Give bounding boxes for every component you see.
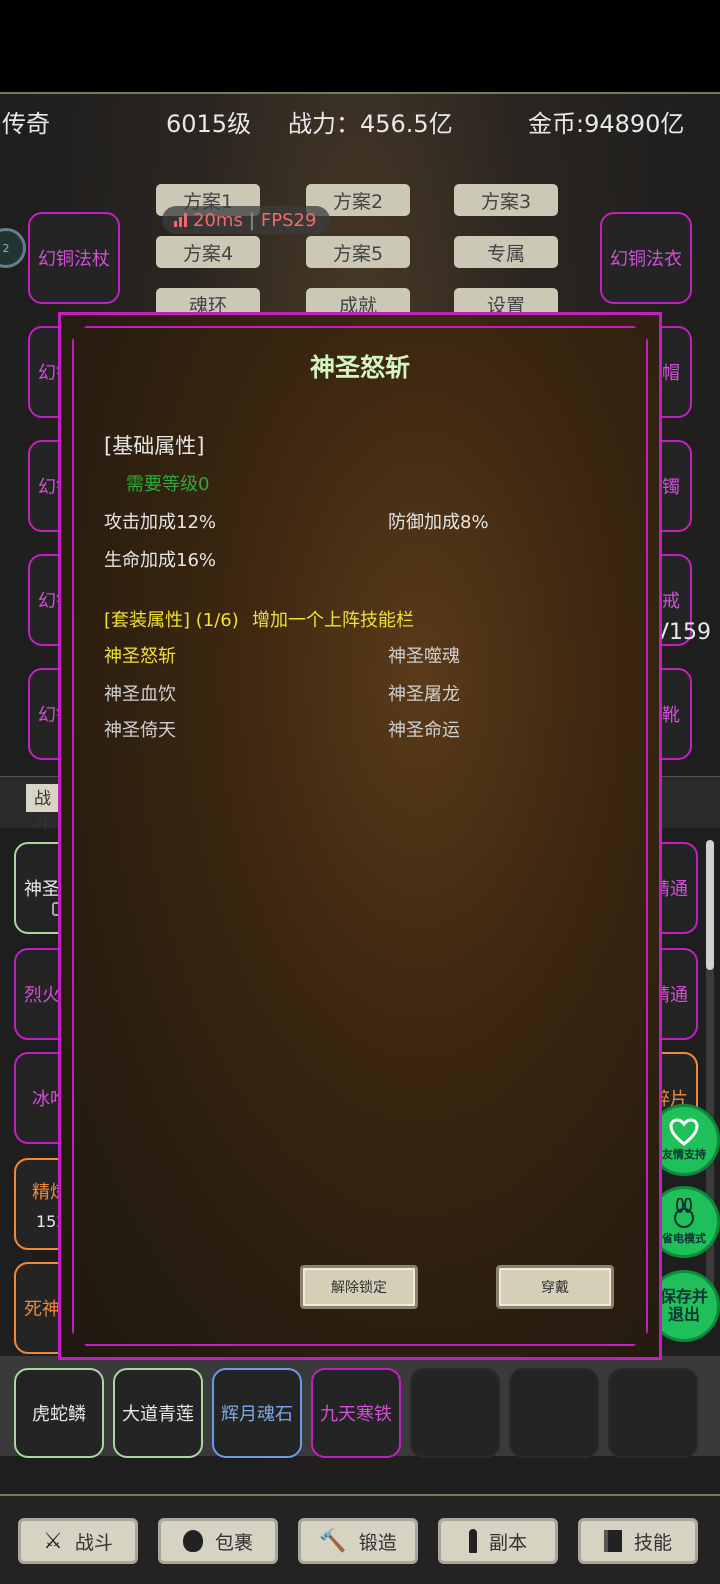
rabbit-icon	[674, 1198, 694, 1228]
exclusive-button[interactable]: 专属	[454, 236, 558, 268]
item-title: 神圣怒斩	[309, 353, 410, 382]
bag-slot-3[interactable]: 辉月魂石	[212, 1368, 302, 1458]
set-item-5: 神圣倚天	[104, 720, 176, 741]
set-bonus: 增加一个上阵技能栏	[252, 610, 414, 631]
tower-icon	[468, 1529, 477, 1553]
bag-slot-2[interactable]: 大道青莲	[113, 1368, 203, 1458]
set-item-2: 神圣噬魂	[388, 646, 460, 667]
version-label: V159	[654, 620, 712, 645]
set-item-1: 神圣怒斩	[104, 646, 176, 667]
nav-skills[interactable]: 技能	[578, 1518, 698, 1564]
set-attributes-header: [套装属性] (1/6)	[104, 610, 239, 631]
bag-slot-4[interactable]: 九天寒铁	[311, 1368, 401, 1458]
skill-slot-label: 神圣	[24, 879, 60, 900]
combat-power: 战力：456.5亿	[288, 110, 453, 138]
attr-hp: 生命加成16%	[104, 550, 217, 571]
signal-icon	[174, 213, 187, 227]
nav-forge[interactable]: 🔨 锻造	[298, 1518, 418, 1564]
support-label: 友情支持	[662, 1148, 706, 1161]
heart-icon	[669, 1118, 699, 1146]
network-indicator: 20ms | FPS29	[162, 206, 330, 234]
crossed-swords-icon: ⚔	[43, 1528, 63, 1554]
hammer-icon: 🔨	[319, 1528, 347, 1554]
status-bar-area	[0, 0, 720, 92]
set-item-3: 神圣血饮	[104, 684, 176, 705]
nav-bag-label: 包裹	[214, 1531, 253, 1554]
nav-skills-label: 技能	[633, 1531, 672, 1554]
scheme-5-button[interactable]: 方案5	[306, 236, 410, 268]
nav-dungeon-label: 副本	[488, 1531, 527, 1554]
required-level: 需要等级0	[126, 474, 210, 495]
scheme-3-button[interactable]: 方案3	[454, 184, 558, 216]
skill-slot-label: 烈火	[24, 985, 60, 1006]
bag-slot-6[interactable]	[509, 1368, 599, 1458]
nav-forge-label: 锻造	[358, 1531, 397, 1554]
base-attributes-header: [基础属性]	[104, 434, 205, 458]
nav-dungeon[interactable]: 副本	[438, 1518, 558, 1564]
bag-slot-7[interactable]	[608, 1368, 698, 1458]
save-exit-label-2: 退出	[667, 1305, 700, 1324]
set-item-6: 神圣命运	[388, 720, 460, 741]
player-level: 6015级	[166, 110, 252, 138]
unlock-button[interactable]: 解除锁定	[300, 1265, 418, 1309]
attr-attack: 攻击加成12%	[104, 512, 217, 533]
scrollbar-thumb[interactable]	[706, 840, 714, 970]
attr-defense: 防御加成8%	[388, 512, 489, 533]
separator: |	[248, 209, 255, 231]
nav-battle-label: 战斗	[74, 1531, 113, 1554]
skill-slot-label: 死神	[24, 1299, 60, 1320]
bag-slot-1[interactable]: 虎蛇鳞	[14, 1368, 104, 1458]
equip-button[interactable]: 穿戴	[496, 1265, 614, 1309]
bag-icon	[182, 1530, 203, 1552]
equip-slot-weapon[interactable]: 幻铜法杖	[28, 212, 120, 304]
game-title: 传奇	[2, 110, 50, 138]
save-exit-label-1: 保存并	[659, 1287, 708, 1306]
nav-bag[interactable]: 包裹	[158, 1518, 278, 1564]
fps-text: FPS29	[260, 209, 317, 231]
gold-amount: 金币:94890亿	[528, 110, 685, 138]
book-icon	[603, 1530, 622, 1552]
equip-slot-armor[interactable]: 幻铜法衣	[600, 212, 692, 304]
avatar-label: 2	[2, 241, 10, 255]
nav-battle[interactable]: ⚔ 战斗	[18, 1518, 138, 1564]
bag-slot-5[interactable]	[410, 1368, 500, 1458]
power-save-label: 省电模式	[662, 1232, 706, 1245]
set-item-4: 神圣屠龙	[388, 684, 460, 705]
scheme-4-button[interactable]: 方案4	[156, 236, 260, 268]
latency-text: 20ms	[193, 209, 243, 231]
